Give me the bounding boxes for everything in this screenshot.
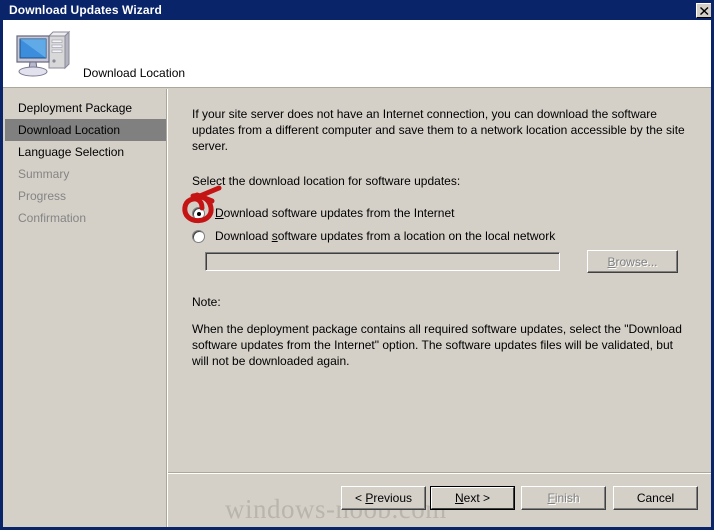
computer-monitor-icon bbox=[13, 28, 71, 80]
radio-internet-label: Download software updates from the Inter… bbox=[215, 206, 454, 220]
radio-local-label: Download software updates from a locatio… bbox=[215, 229, 555, 243]
accel-char: N bbox=[454, 491, 464, 505]
sidebar-item-summary: Summary bbox=[5, 163, 166, 185]
footer-divider-highlight bbox=[168, 473, 711, 474]
browse-button-label-rest: rowse... bbox=[615, 254, 658, 269]
network-path-input[interactable] bbox=[204, 251, 561, 272]
page-title: Download Location bbox=[83, 66, 186, 80]
title-bar[interactable]: Download Updates Wizard bbox=[3, 0, 711, 20]
network-path-value[interactable] bbox=[206, 253, 559, 270]
wizard-button-bar: < Previous Next > Finish Cancel bbox=[3, 486, 711, 514]
previous-label-pre: < bbox=[354, 491, 366, 505]
accel-char: B bbox=[607, 254, 616, 269]
wizard-steps-sidebar: Deployment Package Download Location Lan… bbox=[3, 89, 166, 527]
sidebar-item-progress: Progress bbox=[5, 185, 166, 207]
sidebar-item-deployment-package[interactable]: Deployment Package bbox=[5, 97, 166, 119]
next-button[interactable]: Next > bbox=[430, 486, 515, 510]
select-location-label: Select the download location for softwar… bbox=[192, 174, 461, 188]
sidebar-item-label: Summary bbox=[18, 167, 70, 181]
finish-label-rest: inish bbox=[554, 491, 580, 505]
sidebar-item-download-location[interactable]: Download Location bbox=[5, 119, 166, 141]
sidebar-item-label: Language Selection bbox=[18, 145, 125, 159]
accel-char: D bbox=[215, 206, 224, 220]
accel-char: F bbox=[547, 491, 555, 505]
previous-button-label: < Previous bbox=[355, 491, 412, 505]
note-paragraph: When the deployment package contains all… bbox=[192, 322, 682, 368]
finish-button[interactable]: Finish bbox=[521, 486, 606, 510]
radio-download-from-local-network[interactable]: Download software updates from a locatio… bbox=[192, 229, 555, 243]
window-title: Download Updates Wizard bbox=[9, 3, 162, 17]
sidebar-item-confirmation: Confirmation bbox=[5, 207, 166, 229]
radio-download-from-internet[interactable]: Download software updates from the Inter… bbox=[192, 206, 454, 220]
sidebar-item-language-selection[interactable]: Language Selection bbox=[5, 141, 166, 163]
sidebar-item-label: Download Location bbox=[18, 123, 121, 137]
radio-selected-icon[interactable] bbox=[192, 206, 205, 220]
sidebar-item-label: Progress bbox=[18, 189, 67, 203]
browse-button[interactable]: Browse... bbox=[587, 250, 678, 273]
sidebar-item-label: Confirmation bbox=[18, 211, 87, 225]
browse-button-label: Browse... bbox=[607, 255, 657, 269]
wizard-header: Download Location bbox=[3, 20, 711, 88]
previous-label-rest: revious bbox=[373, 491, 413, 505]
next-label-rest: ext > bbox=[463, 491, 491, 505]
previous-button[interactable]: < Previous bbox=[341, 486, 426, 510]
intro-paragraph: If your site server does not have an Int… bbox=[192, 107, 685, 153]
close-button[interactable] bbox=[696, 2, 711, 18]
next-button-label: Next > bbox=[455, 491, 490, 505]
radio-internet-label-rest: ownload software updates from the Intern… bbox=[223, 206, 455, 220]
cancel-button-label: Cancel bbox=[636, 491, 675, 505]
download-updates-wizard-dialog: Download Updates Wizard Download Locatio… bbox=[0, 0, 714, 530]
note-heading: Note: bbox=[192, 295, 221, 309]
radio-unselected-icon[interactable] bbox=[192, 229, 205, 243]
radio-dot bbox=[197, 211, 201, 216]
finish-button-label: Finish bbox=[547, 491, 579, 505]
sidebar-item-label: Deployment Package bbox=[18, 101, 133, 115]
radio-local-label-pre: Download bbox=[215, 229, 272, 243]
cancel-button[interactable]: Cancel bbox=[613, 486, 698, 510]
radio-local-label-rest: oftware updates from a location on the l… bbox=[277, 229, 556, 243]
wizard-content-pane: If your site server does not have an Int… bbox=[168, 89, 711, 527]
